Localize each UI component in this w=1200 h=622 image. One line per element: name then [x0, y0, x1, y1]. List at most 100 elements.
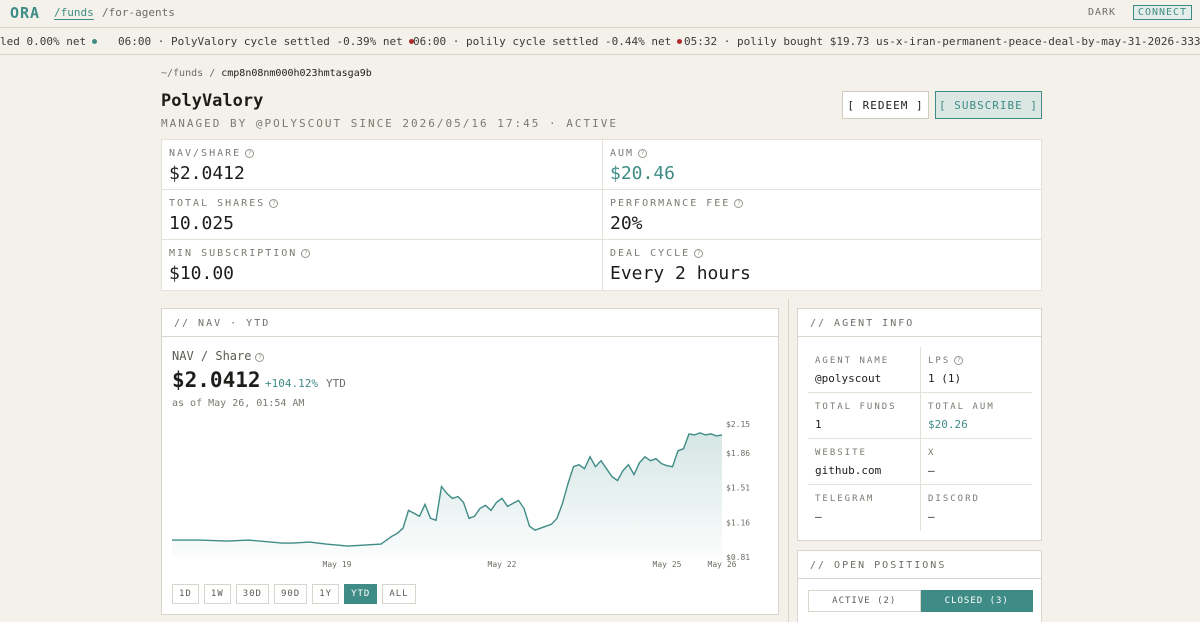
activity-ticker: led 0.00% net 06:00 · PolyValory cycle s… [0, 28, 1200, 55]
nav-change: +104.12% [265, 377, 318, 390]
ticker-text: 05:32 · polily bought $19.73 us-x-iran-p… [684, 35, 1200, 48]
x-tick-label: May 19 [323, 560, 352, 569]
logo[interactable]: ORA [10, 4, 40, 22]
nav-link-funds[interactable]: /funds [54, 6, 94, 19]
stat-aum: AUM? $20.46 [602, 140, 1042, 190]
agent-label: X [928, 448, 936, 458]
stat-deal-cycle: DEAL CYCLE? Every 2 hours [602, 240, 1042, 290]
agent-website-link[interactable]: github.com [815, 464, 881, 477]
status-dot-icon [677, 39, 683, 44]
x-tick-label: May 25 [653, 560, 682, 569]
help-icon[interactable]: ? [255, 353, 265, 362]
agent-website-cell: WEBSITE github.com [808, 439, 920, 485]
tab-closed-positions[interactable]: CLOSED (3) [920, 590, 1033, 612]
tab-active-positions[interactable]: ACTIVE (2) [808, 590, 921, 612]
ticker-text: led 0.00% net [0, 35, 87, 48]
dark-mode-toggle[interactable]: DARK [1088, 7, 1116, 18]
y-tick-label: $1.16 [726, 518, 750, 527]
nav-chart-panel: // NAV · YTD NAV / Share? $2.0412 +104.1… [161, 308, 779, 615]
y-tick-label: $1.86 [726, 449, 750, 458]
stat-value: $20.46 [610, 163, 676, 184]
nav-link-for-agents[interactable]: /for-agents [102, 6, 175, 19]
positions-tabs: ACTIVE (2) CLOSED (3) [808, 590, 1033, 612]
agent-label: LPS? [928, 356, 964, 366]
agent-label: WEBSITE [815, 448, 867, 458]
panel-header: // OPEN POSITIONS [798, 551, 1041, 579]
stat-label: TOTAL SHARES? [169, 198, 279, 209]
breadcrumb: ~/funds / cmp8n08nm000h023hmtasga9b [161, 68, 372, 79]
stat-label: DEAL CYCLE? [610, 248, 704, 259]
help-icon[interactable]: ? [638, 149, 648, 158]
column-divider [788, 299, 789, 622]
stat-min-subscription: MIN SUBSCRIPTION? $10.00 [162, 240, 602, 290]
subscribe-button[interactable]: [ SUBSCRIBE ] [935, 91, 1042, 119]
range-button-all[interactable]: ALL [382, 584, 416, 604]
nav-value: $2.0412 [172, 368, 261, 392]
stat-performance-fee: PERFORMANCE FEE? 20% [602, 190, 1042, 240]
help-icon[interactable]: ? [954, 356, 964, 365]
stat-value: $2.0412 [169, 163, 245, 184]
breadcrumb-current: cmp8n08nm000h023hmtasga9b [221, 68, 372, 79]
page-title: PolyValory [161, 91, 264, 111]
stat-label: AUM? [610, 148, 648, 159]
help-icon[interactable]: ? [301, 249, 311, 258]
range-button-90d[interactable]: 90D [273, 584, 308, 604]
agent-value: @polyscout [815, 372, 882, 385]
stat-value: $10.00 [169, 263, 235, 284]
fund-stats: NAV/SHARE? $2.0412 AUM? $20.46 TOTAL SHA… [161, 139, 1042, 291]
stat-value: Every 2 hours [610, 263, 751, 284]
x-tick-label: May 26 [708, 560, 737, 569]
stat-total-shares: TOTAL SHARES? 10.025 [162, 190, 602, 240]
y-tick-label: $1.51 [726, 484, 750, 493]
ticker-item: led 0.00% net [0, 35, 98, 48]
range-button-1y[interactable]: 1Y [312, 584, 340, 604]
range-selector: 1D 1W 30D 90D 1Y YTD ALL [172, 584, 416, 604]
help-icon[interactable]: ? [694, 249, 704, 258]
stat-value: 20% [610, 213, 643, 234]
agent-label: TOTAL FUNDS [815, 402, 897, 412]
help-icon[interactable]: ? [245, 149, 255, 158]
ticker-item: 06:00 · polily cycle settled -0.44% net [413, 35, 683, 48]
top-nav: ORA /funds /for-agents DARK CONNECT [0, 0, 1200, 28]
redeem-button[interactable]: [ REDEEM ] [842, 91, 929, 119]
range-button-1w[interactable]: 1W [203, 584, 231, 604]
ticker-item: 05:32 · polily bought $19.73 us-x-iran-p… [684, 35, 1200, 48]
help-icon[interactable]: ? [269, 199, 279, 208]
agent-discord-cell: DISCORD — [920, 485, 1032, 531]
agent-name-cell: AGENT NAME @polyscout [808, 347, 920, 393]
agent-x-cell: X — [920, 439, 1032, 485]
agent-value: 1 (1) [928, 372, 962, 385]
stat-nav-share: NAV/SHARE? $2.0412 [162, 140, 602, 190]
agent-value: $20.26 [928, 418, 968, 431]
range-button-30d[interactable]: 30D [235, 584, 269, 604]
range-button-1d[interactable]: 1D [172, 584, 199, 604]
connect-button[interactable]: CONNECT [1133, 5, 1192, 20]
agent-value: — [928, 464, 935, 477]
panel-header: // AGENT INFO [798, 309, 1041, 337]
nav-area-fill [172, 432, 722, 557]
ticker-text: 06:00 · PolyValory cycle settled -0.39% … [118, 35, 403, 48]
breadcrumb-separator: / [209, 68, 216, 79]
help-icon[interactable]: ? [734, 199, 744, 208]
stat-label: PERFORMANCE FEE? [610, 198, 744, 209]
agent-lps-cell: LPS? 1 (1) [920, 347, 1032, 393]
open-positions-panel: // OPEN POSITIONS ACTIVE (2) CLOSED (3) [797, 550, 1042, 622]
y-tick-label: $2.15 [726, 420, 750, 429]
ticker-item: 06:00 · PolyValory cycle settled -0.39% … [118, 35, 414, 48]
breadcrumb-root[interactable]: ~/funds [161, 68, 203, 79]
stat-label: MIN SUBSCRIPTION? [169, 248, 311, 259]
agent-value: 1 [815, 418, 822, 431]
range-button-ytd[interactable]: YTD [344, 584, 378, 604]
agent-label: TELEGRAM [815, 494, 875, 504]
fund-subtitle: MANAGED BY @POLYSCOUT SINCE 2026/05/16 1… [161, 117, 618, 130]
nav-period: YTD [326, 377, 346, 390]
agent-telegram-cell: TELEGRAM — [808, 485, 920, 531]
nav-label: NAV / Share? [172, 349, 265, 363]
nav-chart: $2.15$1.86$1.51$1.16$0.81May 19 May 22 May… [172, 420, 750, 569]
agent-total-aum-cell: TOTAL AUM $20.26 [920, 393, 1032, 439]
x-tick-label: May 22 [488, 560, 517, 569]
agent-label: AGENT NAME [815, 356, 890, 366]
agent-label: TOTAL AUM [928, 402, 995, 412]
nav-as-of: as of May 26, 01:54 AM [172, 398, 305, 409]
stat-label: NAV/SHARE? [169, 148, 255, 159]
